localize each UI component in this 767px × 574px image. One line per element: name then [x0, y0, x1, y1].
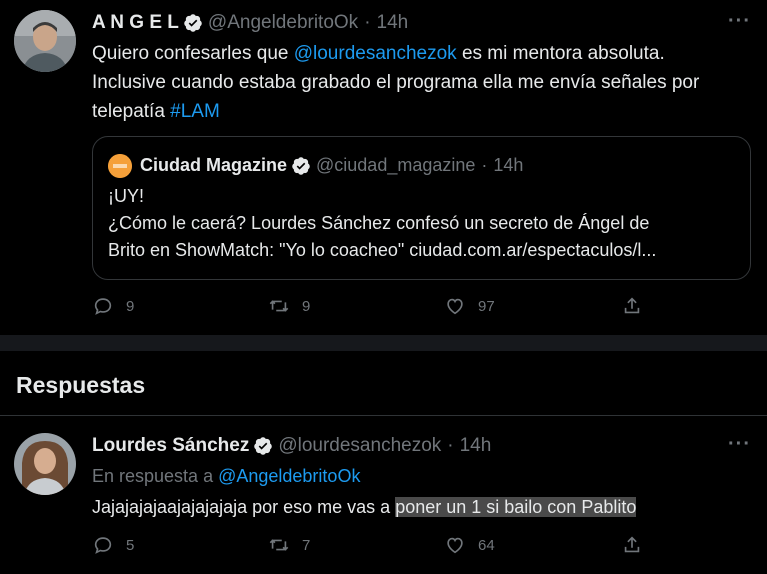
quote-line: ¿Cómo le caerá? Lourdes Sánchez confesó …: [108, 213, 650, 233]
quote-time: 14h: [493, 155, 524, 175]
reply-count: 5: [126, 536, 135, 554]
reply-tweet[interactable]: Lourdes Sánchez @lourdesanchezok · 14h ·…: [0, 416, 767, 574]
mention-link[interactable]: @lourdesanchezok: [294, 43, 457, 64]
retweet-count: 7: [302, 536, 311, 554]
meta-dot: ·: [364, 12, 371, 33]
text-line: Inclusive cuando estaba grabado el progr…: [92, 72, 700, 93]
verified-icon: [292, 156, 310, 175]
quote-author-handle: @ciudad_magazine: [316, 155, 476, 175]
tweet-actions: 9 9 97: [92, 295, 652, 323]
section-separator: [0, 335, 767, 351]
text-part: es mi mentora absoluta.: [456, 43, 665, 64]
like-button[interactable]: 97: [444, 295, 495, 317]
reply-time[interactable]: 14h: [460, 435, 492, 457]
more-options-icon[interactable]: ···: [728, 10, 751, 33]
lourdes-avatar[interactable]: [14, 433, 76, 495]
quote-header: Ciudad Magazine @ciudad_magazine · 14h: [140, 155, 523, 176]
share-button[interactable]: [621, 295, 655, 317]
reply-context: En respuesta a @AngeldebritoOk: [92, 466, 360, 487]
reply-header: Lourdes Sánchez @lourdesanchezok · 14h: [92, 435, 491, 457]
verified-icon: [254, 437, 273, 455]
reply-button[interactable]: 5: [92, 534, 134, 556]
text-part: Quiero confesarles que: [92, 43, 294, 64]
quote-line: Brito en ShowMatch: "Yo lo coacheo" ciud…: [108, 240, 657, 260]
reply-prefix: En respuesta a: [92, 466, 219, 486]
retweet-count: 9: [302, 297, 311, 315]
hashtag-link[interactable]: #LAM: [170, 101, 220, 122]
replies-heading: Respuestas: [16, 372, 146, 398]
author-handle[interactable]: @lourdesanchezok: [278, 435, 441, 457]
reply-button[interactable]: 9: [92, 295, 134, 317]
meta-dot: ·: [447, 435, 454, 456]
heart-icon: [447, 298, 463, 315]
selected-text: poner un 1 si bailo con Pablito: [395, 497, 637, 517]
like-count: 97: [478, 297, 495, 315]
retweet-icon: [269, 539, 289, 551]
like-button[interactable]: 64: [444, 534, 495, 556]
quote-text: ¡UY! ¿Cómo le caerá? Lourdes Sánchez con…: [108, 183, 744, 264]
share-button[interactable]: [621, 534, 655, 556]
text-part: Jajajajajaajajajajaja por eso me vas a: [92, 497, 396, 517]
tweet-text: Quiero confesarles que @lourdesanchezok …: [92, 39, 752, 126]
ciudad-magazine-avatar: [108, 154, 132, 178]
tweet-header: A N G E L @AngeldebritoOk · 14h: [92, 12, 408, 34]
share-icon: [624, 536, 640, 553]
verified-icon: [184, 14, 202, 32]
text-part: telepatía: [92, 101, 171, 122]
heart-icon: [447, 537, 463, 554]
quoted-tweet[interactable]: Ciudad Magazine @ciudad_magazine · 14h ¡…: [92, 136, 751, 280]
like-count: 64: [478, 536, 495, 554]
reply-actions: 5 7 64: [92, 534, 652, 562]
tweet-time[interactable]: 14h: [377, 12, 409, 34]
author-handle[interactable]: @AngeldebritoOk: [208, 12, 358, 34]
retweet-button[interactable]: 9: [268, 295, 310, 317]
meta-dot: ·: [481, 155, 488, 175]
reply-count: 9: [126, 297, 135, 315]
retweet-icon: [269, 300, 289, 312]
quote-author-name: Ciudad Magazine: [140, 155, 288, 175]
reply-icon: [94, 298, 112, 315]
retweet-button[interactable]: 7: [268, 534, 310, 556]
more-options-icon[interactable]: ···: [728, 433, 751, 456]
reply-icon: [94, 537, 112, 554]
main-tweet[interactable]: A N G E L @AngeldebritoOk · 14h ··· Quie…: [0, 0, 767, 335]
author-name[interactable]: Lourdes Sánchez: [92, 435, 249, 457]
replied-user-link[interactable]: @AngeldebritoOk: [218, 466, 360, 486]
quote-line: ¡UY!: [108, 186, 144, 206]
share-icon: [624, 297, 640, 314]
reply-text: Jajajajajaajajajajaja por eso me vas a p…: [92, 493, 752, 522]
author-name[interactable]: A N G E L: [92, 12, 179, 34]
angel-avatar[interactable]: [14, 10, 76, 72]
